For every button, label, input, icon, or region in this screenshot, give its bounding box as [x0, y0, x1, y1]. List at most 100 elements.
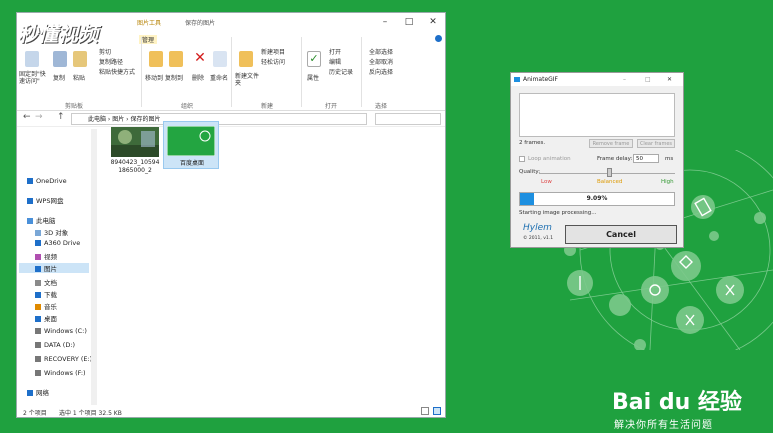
file-item[interactable]: 8940423_105941865000_2 — [109, 125, 161, 185]
nav-item[interactable]: 桌面 — [35, 313, 57, 323]
paste-label: 粘贴 — [73, 75, 86, 82]
large-icons-view-icon[interactable] — [433, 407, 441, 415]
minimize-button[interactable]: – — [375, 16, 395, 28]
move-to-icon[interactable] — [149, 51, 163, 67]
quality-slider-thumb[interactable] — [607, 168, 612, 177]
paste-shortcut-button[interactable]: 粘贴快捷方式 — [99, 67, 135, 76]
details-view-icon[interactable] — [421, 407, 429, 415]
file-name: 百度桌面 — [179, 160, 204, 167]
frame-delay-unit: ms — [665, 156, 674, 162]
copyright-text: © 2011, v1.1 — [523, 236, 554, 241]
nav-item[interactable]: 视频 — [35, 251, 57, 261]
maximize-button[interactable]: □ — [399, 16, 419, 28]
rename-icon[interactable] — [213, 51, 227, 67]
quality-low: Low — [541, 179, 552, 185]
close-button[interactable]: ✕ — [667, 73, 672, 86]
nav-item-icon — [35, 230, 41, 236]
quality-high: High — [661, 179, 674, 185]
copy-icon[interactable] — [53, 51, 67, 67]
animategif-titlebar: AnimateGIF – □ ✕ — [511, 73, 683, 86]
nav-item[interactable]: Windows (F:) — [35, 369, 86, 377]
nav-item[interactable]: 文档 — [35, 277, 57, 287]
nav-item[interactable]: WPS网盘 — [27, 195, 63, 205]
forward-arrow-icon[interactable]: → — [35, 112, 43, 122]
nav-item[interactable]: 3D 对象 — [35, 227, 68, 237]
nav-item-icon — [27, 178, 33, 184]
nav-item[interactable]: 图片 — [19, 263, 89, 273]
copy-to-label: 复制到 — [165, 75, 184, 82]
delete-label: 删除 — [192, 75, 205, 82]
help-icon[interactable] — [435, 35, 442, 42]
new-folder-label: 新建文件夹 — [235, 73, 260, 87]
copy-to-icon[interactable] — [169, 51, 183, 67]
status-text: Starting image processing... — [519, 210, 597, 216]
nav-item-icon — [35, 304, 41, 310]
nav-item-icon — [35, 328, 41, 334]
nav-item[interactable]: DATA (D:) — [35, 341, 75, 349]
minimize-button[interactable]: – — [623, 73, 626, 86]
nav-item[interactable]: A360 Drive — [35, 239, 80, 247]
file-item-selected[interactable]: 百度桌面 — [163, 121, 219, 169]
nav-item[interactable]: RECOVERY (E:) — [35, 355, 92, 363]
copy-path-button[interactable]: 复制路径 — [99, 57, 123, 66]
app-icon — [514, 77, 520, 82]
nav-item-label: RECOVERY (E:) — [44, 355, 93, 363]
status-bar: 2 个项目 选中 1 个项目 32.5 KB — [17, 405, 445, 418]
picture-tools-tab[interactable]: 图片工具 — [137, 18, 161, 27]
move-to-label: 移动到 — [145, 75, 164, 82]
window-title: 保存的图片 — [185, 20, 216, 27]
cut-button[interactable]: 剪切 — [99, 47, 111, 56]
group-new-label: 新建 — [261, 103, 274, 110]
select-all-button[interactable]: 全部选择 — [369, 47, 393, 56]
maximize-button[interactable]: □ — [645, 73, 651, 86]
nav-item[interactable]: Windows (C:) — [35, 327, 87, 335]
nav-item-icon — [35, 370, 41, 376]
nav-item-icon — [27, 198, 33, 204]
open-button[interactable]: 打开 — [329, 47, 341, 56]
copy-label: 复制 — [53, 75, 66, 82]
select-none-button[interactable]: 全部取消 — [369, 57, 393, 66]
invert-selection-button[interactable]: 反向选择 — [369, 67, 393, 76]
nav-item[interactable]: 下载 — [35, 289, 57, 299]
properties-icon[interactable]: ✓ — [307, 51, 321, 67]
history-button[interactable]: 历史记录 — [329, 67, 353, 76]
group-organize-label: 组织 — [181, 103, 194, 110]
loop-checkbox[interactable] — [519, 156, 525, 162]
hylem-logo: Hylem — [523, 223, 552, 233]
nav-item-icon — [35, 316, 41, 322]
file-explorer-window: 图片工具 保存的图片 – □ ✕ 管理 固定到"快速访问" 复制 粘贴 剪切 复… — [16, 12, 446, 418]
clear-frames-button[interactable]: Clear frames — [637, 139, 675, 148]
nav-item-label: 下载 — [44, 291, 57, 299]
item-count: 2 个项目 — [23, 410, 47, 417]
nav-item-label: WPS网盘 — [36, 197, 64, 205]
nav-item-label: 音乐 — [44, 303, 57, 311]
group-open-label: 打开 — [325, 103, 338, 110]
photo-thumbnail — [111, 127, 159, 157]
new-item-button[interactable]: 新建项目 — [261, 47, 285, 56]
pin-label: 固定到"快速访问" — [19, 71, 46, 85]
cancel-button[interactable]: Cancel — [565, 225, 677, 244]
selection-info: 选中 1 个项目 32.5 KB — [59, 410, 122, 417]
frames-count: 2 frames. — [519, 140, 546, 146]
nav-item-label: A360 Drive — [44, 239, 81, 247]
nav-item[interactable]: OneDrive — [27, 177, 67, 185]
close-button[interactable]: ✕ — [423, 16, 443, 28]
remove-frame-button[interactable]: Remove frame — [589, 139, 633, 148]
paste-icon[interactable] — [73, 51, 87, 67]
baidu-slogan: 解决你所有生活问题 — [614, 420, 713, 431]
easy-access-button[interactable]: 轻松访问 — [261, 57, 285, 66]
nav-item-label: 文档 — [44, 279, 57, 287]
nav-scrollbar[interactable] — [91, 129, 97, 405]
up-arrow-icon[interactable]: ↑ — [57, 112, 65, 122]
nav-item[interactable]: 此电脑 — [27, 215, 56, 225]
nav-item[interactable]: 音乐 — [35, 301, 57, 311]
delete-icon[interactable]: ✕ — [193, 51, 207, 67]
new-folder-icon[interactable] — [239, 51, 253, 67]
frames-preview[interactable] — [519, 93, 675, 137]
nav-item-label: 视频 — [44, 253, 57, 261]
nav-item[interactable]: 网络 — [27, 387, 49, 397]
edit-button[interactable]: 编辑 — [329, 57, 341, 66]
back-arrow-icon[interactable]: ← — [23, 112, 31, 122]
frame-delay-input[interactable]: 50 — [633, 154, 659, 163]
pin-icon[interactable] — [25, 51, 39, 67]
